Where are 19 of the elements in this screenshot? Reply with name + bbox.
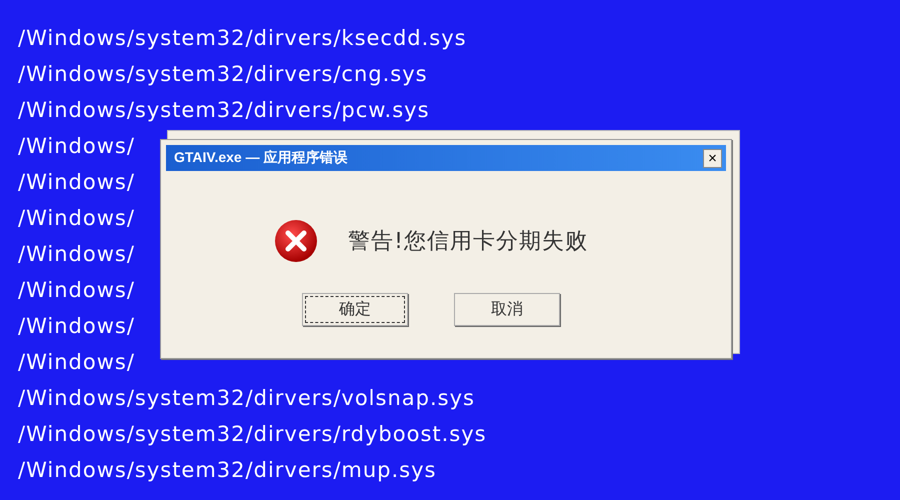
- file-path: /Windows/system32/dirvers/pcw.sys: [18, 97, 430, 124]
- window-title: GTAIV.exe — 应用程序错误: [174, 149, 348, 167]
- dialog-button[interactable]: 取消: [454, 293, 560, 326]
- error-icon: [274, 219, 318, 263]
- file-path: /Windows/system32/dirvers/rdyboost.sys: [18, 421, 487, 448]
- file-path: /Windows/: [18, 205, 135, 232]
- file-path: /Windows/: [18, 313, 135, 340]
- file-path: /Windows/system32/dirvers/ksecdd.sys: [18, 25, 467, 52]
- file-path: /Windows/system32/dirvers/mup.sys: [18, 457, 436, 484]
- file-path: /Windows/: [18, 133, 135, 160]
- file-path: /Windows/system32/dirvers/volsnap.sys: [18, 385, 475, 412]
- file-path: /Windows/: [18, 277, 135, 304]
- file-path: /Windows/: [18, 349, 135, 376]
- close-button[interactable]: ×: [703, 148, 722, 168]
- file-path: /Windows/: [18, 169, 135, 196]
- file-path: /Windows/system32/dirvers/cng.sys: [18, 61, 428, 88]
- file-path: /Windows/: [18, 241, 135, 268]
- dialog-button[interactable]: 确定: [302, 293, 408, 326]
- error-message: 警告!您信用卡分期失败: [348, 228, 588, 256]
